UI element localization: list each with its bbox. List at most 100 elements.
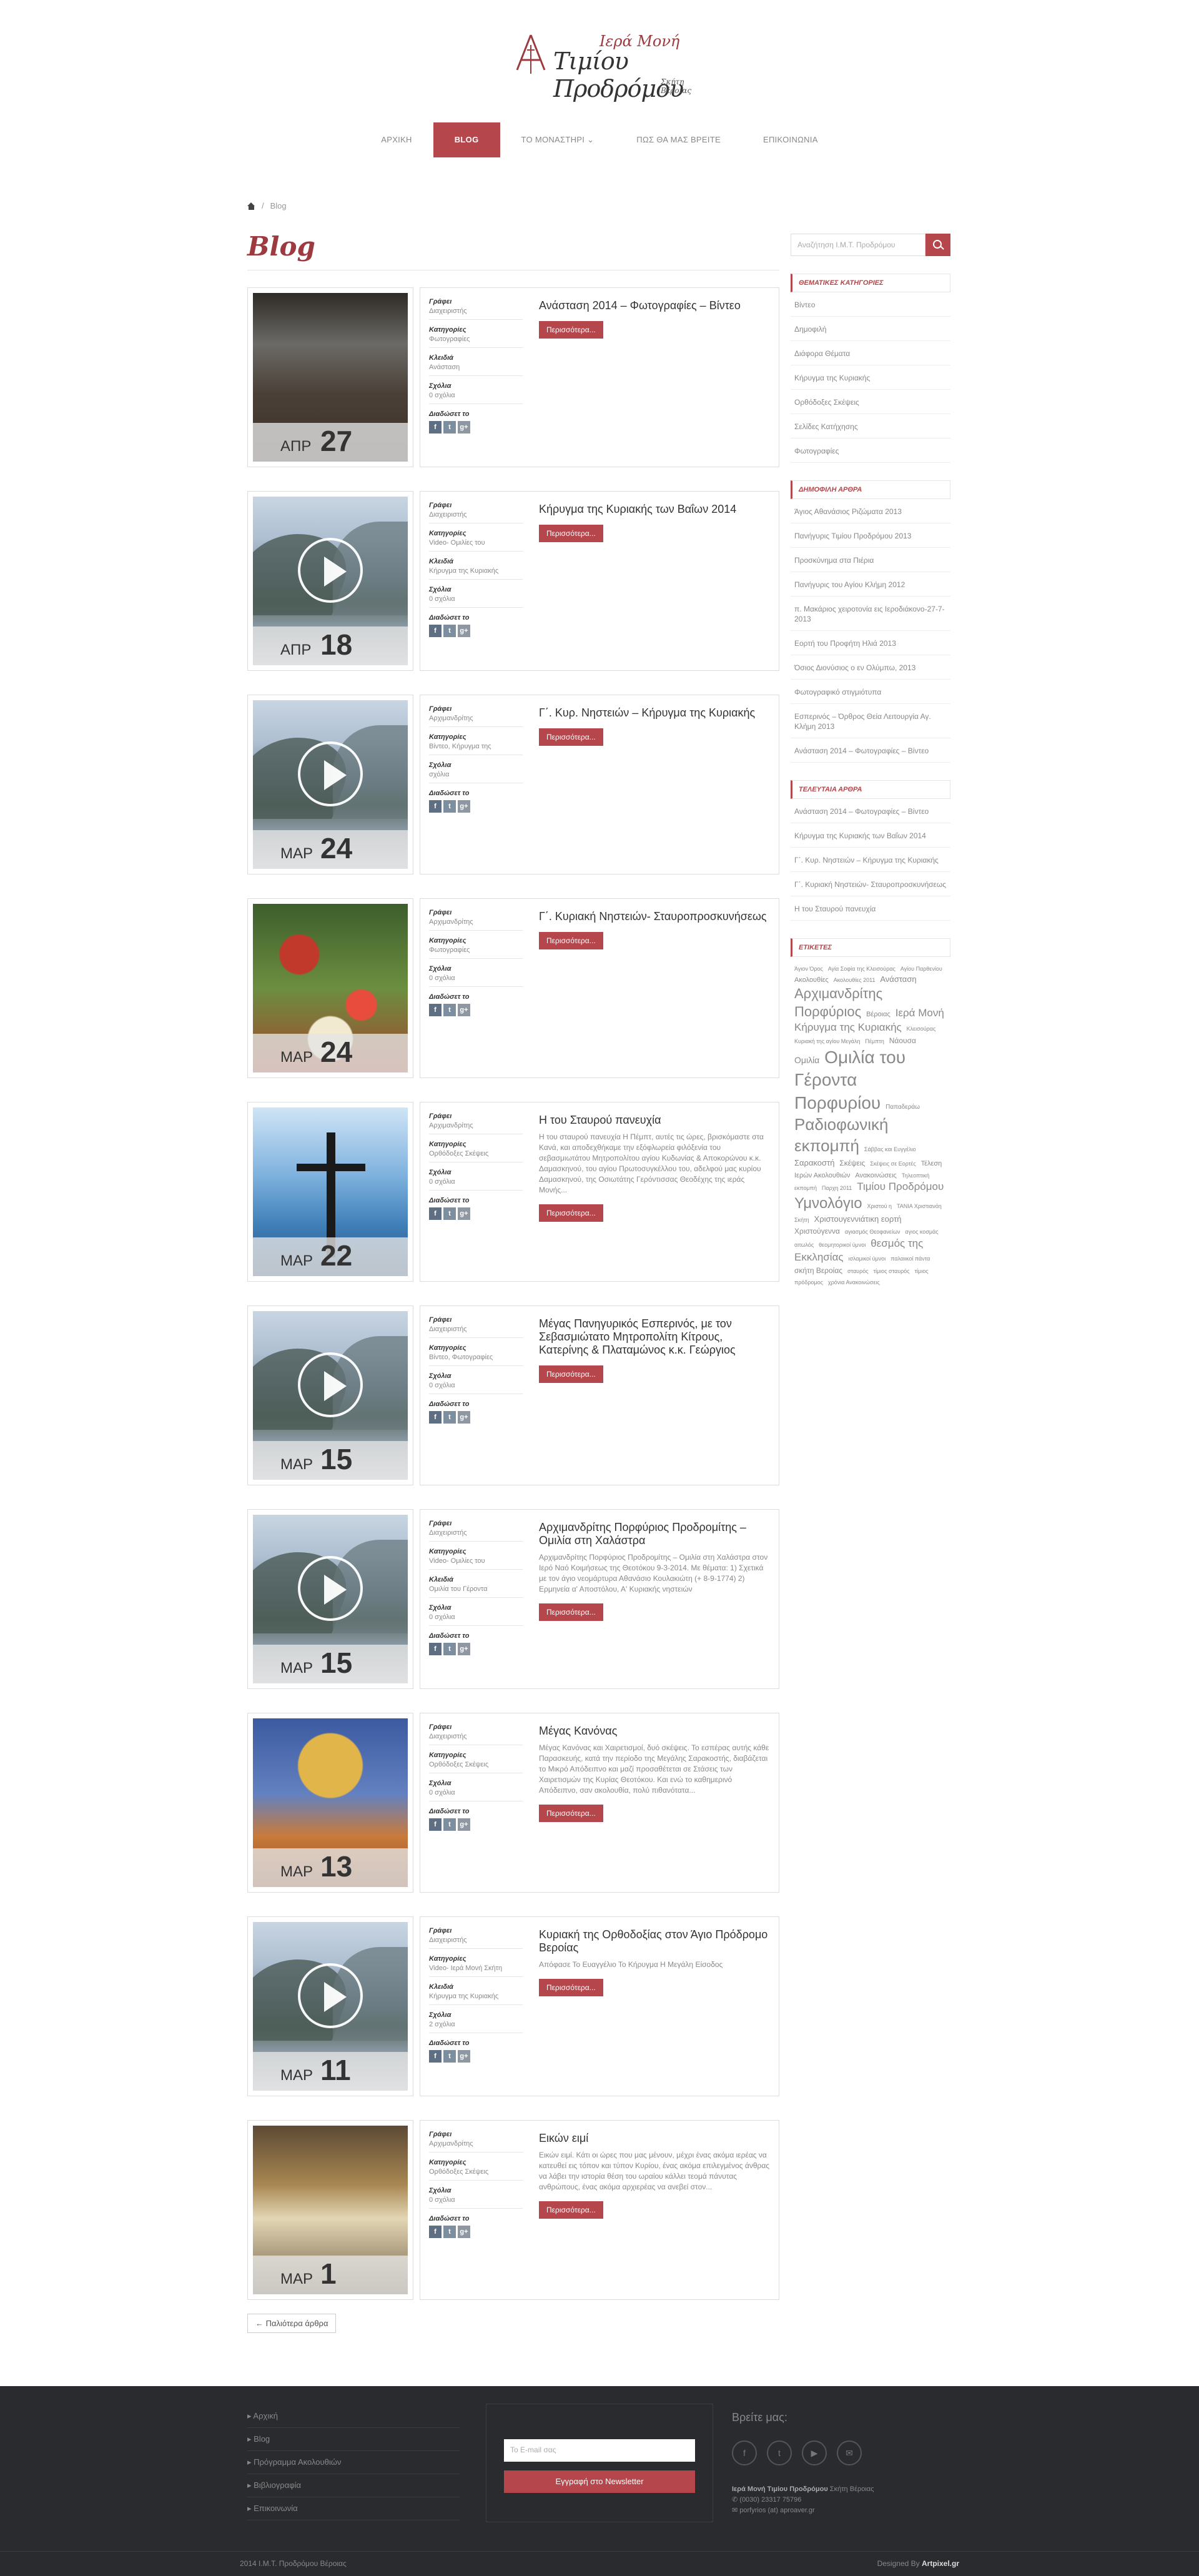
post-thumbnail[interactable]: ΑΠΡ 27 xyxy=(247,287,413,467)
comments-value[interactable]: 0 σχόλια xyxy=(429,392,523,404)
popular-post-link[interactable]: Πανήγυρις Τιμίου Προδρόμου 2013 xyxy=(791,523,950,548)
comments-value[interactable]: 0 σχόλια xyxy=(429,2196,523,2209)
tag-link[interactable]: αγιασμός Θεοφανείων xyxy=(845,1229,900,1235)
googleplus-share-icon[interactable]: g+ xyxy=(458,625,470,637)
tag-link[interactable]: Σαρακοστή xyxy=(794,1158,834,1167)
post-title[interactable]: Ανάσταση 2014 – Φωτογραφίες – Βίντεο xyxy=(539,299,770,312)
nav-monastery[interactable]: ΤΟ ΜΟΝΑΣΤΗΡΙ ⌄ xyxy=(500,122,616,157)
tags-value[interactable]: Ομιλία του Γέροντα xyxy=(429,1585,523,1598)
play-icon[interactable] xyxy=(298,1352,363,1417)
newsletter-subscribe-button[interactable]: Εγγραφή στο Newsletter xyxy=(504,2470,695,2493)
post-title[interactable]: Αρχιμανδρίτης Πορφύριος Προδρομίτης – Ομ… xyxy=(539,1521,770,1547)
googleplus-share-icon[interactable]: g+ xyxy=(458,1207,470,1220)
post-title[interactable]: Μέγας Πανηγυρικός Εσπερινός, με τον Σεβα… xyxy=(539,1317,770,1357)
play-icon[interactable] xyxy=(298,741,363,806)
read-more-button[interactable]: Περισσότερα... xyxy=(539,2201,603,2219)
post-title[interactable]: Μέγας Κανόνας xyxy=(539,1725,770,1738)
googleplus-share-icon[interactable]: g+ xyxy=(458,1411,470,1424)
tag-link[interactable]: Κήρυγμα της Κυριακής xyxy=(794,1021,902,1033)
tag-link[interactable]: Χριστουγεννιάτικη εορτή xyxy=(814,1214,902,1224)
read-more-button[interactable]: Περισσότερα... xyxy=(539,321,603,339)
post-title[interactable]: Κυριακή της Ορθοδοξίας στον Άγιο Πρόδρομ… xyxy=(539,1928,770,1954)
mail-icon[interactable]: ✉ xyxy=(837,2440,862,2465)
twitter-share-icon[interactable]: t xyxy=(443,1411,456,1424)
tag-link[interactable]: Σάββας και Ευγγέλιο xyxy=(864,1146,916,1152)
comments-value[interactable]: 0 σχόλια xyxy=(429,1178,523,1191)
comments-value[interactable]: 2 σχόλια xyxy=(429,2021,523,2033)
footer-menu-item[interactable]: Βιβλιογραφία xyxy=(247,2474,460,2497)
post-title[interactable]: Γ΄. Κυριακή Νηστειών- Σταυροπροσκυνήσεως xyxy=(539,910,770,923)
tag-link[interactable]: θεομητορικοί ύμνοι xyxy=(819,1242,866,1248)
twitter-share-icon[interactable]: t xyxy=(443,1004,456,1016)
twitter-share-icon[interactable]: t xyxy=(443,800,456,813)
post-thumbnail[interactable]: ΜΑΡ 11 xyxy=(247,1916,413,2096)
tag-link[interactable]: Ακολουθίες 2011 xyxy=(834,977,876,983)
googleplus-share-icon[interactable]: g+ xyxy=(458,1818,470,1831)
tag-link[interactable]: Κλεισούρας xyxy=(907,1026,936,1032)
nav-directions[interactable]: ΠΩΣ ΘΑ ΜΑΣ ΒΡΕΙΤΕ xyxy=(615,122,742,157)
recent-post-link[interactable]: Ανάσταση 2014 – Φωτογραφίες – Βίντεο xyxy=(791,799,950,823)
facebook-share-icon[interactable]: f xyxy=(429,421,442,433)
post-thumbnail[interactable]: ΜΑΡ 24 xyxy=(247,695,413,874)
footer-menu-item[interactable]: Πρόγραμμα Ακολουθιών xyxy=(247,2451,460,2474)
tag-link[interactable]: παλαιικοί πάντα xyxy=(891,1256,930,1262)
read-more-button[interactable]: Περισσότερα... xyxy=(539,525,603,542)
tag-link[interactable]: Χριστούγεννα xyxy=(794,1227,840,1236)
post-title[interactable]: Εικών ειμί xyxy=(539,2132,770,2145)
read-more-button[interactable]: Περισσότερα... xyxy=(539,728,603,746)
facebook-share-icon[interactable]: f xyxy=(429,2050,442,2063)
googleplus-share-icon[interactable]: g+ xyxy=(458,800,470,813)
category-link[interactable]: Φωτογραφίες xyxy=(791,438,950,463)
tag-link[interactable]: χρόνια Ανακοινώσεις xyxy=(828,1279,880,1286)
tag-link[interactable]: Ακολουθίες xyxy=(794,976,829,984)
category-value[interactable]: Video- Ιερά Μονή Σκήτη xyxy=(429,1964,523,1977)
nav-contact[interactable]: ΕΠΙΚΟΙΝΩΝΙΑ xyxy=(742,122,839,157)
post-thumbnail[interactable]: ΜΑΡ 15 xyxy=(247,1305,413,1485)
tag-link[interactable]: Αγίου Παρθενίου xyxy=(900,966,942,972)
author-value[interactable]: Διαχειριστής xyxy=(429,1936,523,1949)
author-value[interactable]: Διαχειριστής xyxy=(429,1529,523,1542)
tag-link[interactable]: ισλαμικοί ύμνοι xyxy=(848,1256,886,1262)
post-thumbnail[interactable]: ΜΑΡ 13 xyxy=(247,1713,413,1893)
designer-link[interactable]: Artpixel.gr xyxy=(922,2559,959,2568)
home-icon[interactable] xyxy=(247,202,255,210)
read-more-button[interactable]: Περισσότερα... xyxy=(539,1365,603,1383)
tag-link[interactable]: σταυρός xyxy=(847,1268,869,1274)
tags-value[interactable]: Κήρυγμα της Κυριακής xyxy=(429,1993,523,2005)
author-value[interactable]: Διαχειριστής xyxy=(429,511,523,523)
comments-value[interactable]: 0 σχόλια xyxy=(429,974,523,987)
popular-post-link[interactable]: Ανάσταση 2014 – Φωτογραφίες – Βίντεο xyxy=(791,738,950,763)
author-value[interactable]: Αρχιμανδρίτης xyxy=(429,2140,523,2152)
popular-post-link[interactable]: Εορτή του Προφήτη Ηλιά 2013 xyxy=(791,631,950,655)
tag-link[interactable]: Αγία Σοφία της Κλεισούρας xyxy=(828,966,896,972)
footer-menu-item[interactable]: Blog xyxy=(247,2428,460,2451)
tag-link[interactable]: σκήτη Βεροίας xyxy=(794,1266,842,1275)
googleplus-share-icon[interactable]: g+ xyxy=(458,2226,470,2238)
post-thumbnail[interactable]: ΜΑΡ 15 xyxy=(247,1509,413,1689)
tag-link[interactable]: Κυριακή της αγίου Μεγάλη xyxy=(794,1038,861,1044)
post-thumbnail[interactable]: ΜΑΡ 22 xyxy=(247,1102,413,1282)
twitter-icon[interactable]: t xyxy=(767,2440,792,2465)
tag-link[interactable]: Υμνολόγιο xyxy=(794,1195,862,1212)
search-button[interactable] xyxy=(925,234,950,256)
tags-value[interactable]: Κήρυγμα της Κυριακής xyxy=(429,567,523,580)
nav-blog[interactable]: BLOG xyxy=(433,122,500,157)
twitter-share-icon[interactable]: t xyxy=(443,1643,456,1655)
facebook-icon[interactable]: f xyxy=(732,2440,757,2465)
comments-value[interactable]: 0 σχόλια xyxy=(429,595,523,608)
category-value[interactable]: Ορθόδοξες Σκέψεις xyxy=(429,1150,523,1162)
read-more-button[interactable]: Περισσότερα... xyxy=(539,1204,603,1222)
play-icon[interactable] xyxy=(298,1556,363,1621)
post-title[interactable]: Γ΄. Κυρ. Νηστειών – Κήρυγμα της Κυριακής xyxy=(539,706,770,720)
category-link[interactable]: Διάφορα Θέματα xyxy=(791,341,950,365)
author-value[interactable]: Διαχειριστής xyxy=(429,1325,523,1338)
footer-menu-item[interactable]: Αρχική xyxy=(247,2405,460,2428)
youtube-icon[interactable]: ▶ xyxy=(802,2440,827,2465)
googleplus-share-icon[interactable]: g+ xyxy=(458,1004,470,1016)
tag-link[interactable]: Νάουσα xyxy=(889,1036,916,1045)
post-thumbnail[interactable]: ΑΠΡ 18 xyxy=(247,491,413,671)
play-icon[interactable] xyxy=(298,538,363,603)
facebook-share-icon[interactable]: f xyxy=(429,800,442,813)
author-value[interactable]: Αρχιμανδρίτης xyxy=(429,918,523,931)
tag-link[interactable]: Ιερά Μονή xyxy=(896,1007,944,1019)
